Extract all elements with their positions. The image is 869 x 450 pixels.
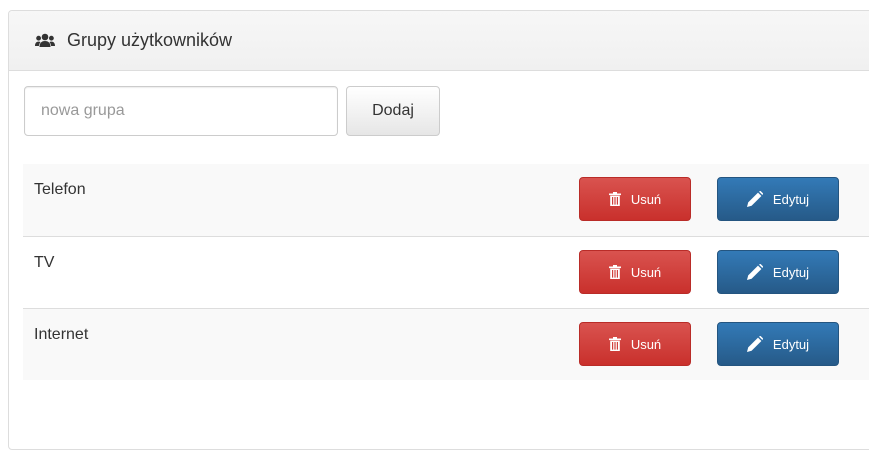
trash-icon <box>608 265 621 279</box>
delete-label: Usuń <box>630 264 662 280</box>
trash-icon <box>608 192 621 206</box>
group-row: Internet Usuń Edytuj <box>23 308 869 380</box>
group-name: TV <box>34 254 55 271</box>
edit-group-button[interactable]: Edytuj <box>717 177 839 221</box>
edit-label: Edytuj <box>772 191 810 207</box>
new-group-input[interactable] <box>24 86 338 136</box>
add-group-form: Dodaj <box>24 86 440 136</box>
users-icon <box>35 33 55 49</box>
panel-heading: Grupy użytkowników <box>9 11 869 71</box>
group-row: Telefon Usuń Edytuj <box>23 164 869 236</box>
add-group-button[interactable]: Dodaj <box>346 86 440 136</box>
delete-label: Usuń <box>630 191 662 207</box>
delete-group-button[interactable]: Usuń <box>579 177 691 221</box>
group-name: Internet <box>34 326 89 343</box>
group-name: Telefon <box>34 181 86 198</box>
edit-group-button[interactable]: Edytuj <box>717 250 839 294</box>
delete-group-button[interactable]: Usuń <box>579 322 691 366</box>
trash-icon <box>608 337 621 351</box>
pencil-icon <box>746 336 763 352</box>
group-row: TV Usuń Edytuj <box>23 236 869 308</box>
delete-label: Usuń <box>630 336 662 352</box>
panel-title: Grupy użytkowników <box>67 30 233 50</box>
group-list: Telefon Usuń Edytuj TV Usuń Edytuj Inter… <box>23 164 869 380</box>
edit-label: Edytuj <box>772 264 810 280</box>
edit-group-button[interactable]: Edytuj <box>717 322 839 366</box>
delete-group-button[interactable]: Usuń <box>579 250 691 294</box>
edit-label: Edytuj <box>772 336 810 352</box>
pencil-icon <box>746 191 763 207</box>
pencil-icon <box>746 264 763 280</box>
